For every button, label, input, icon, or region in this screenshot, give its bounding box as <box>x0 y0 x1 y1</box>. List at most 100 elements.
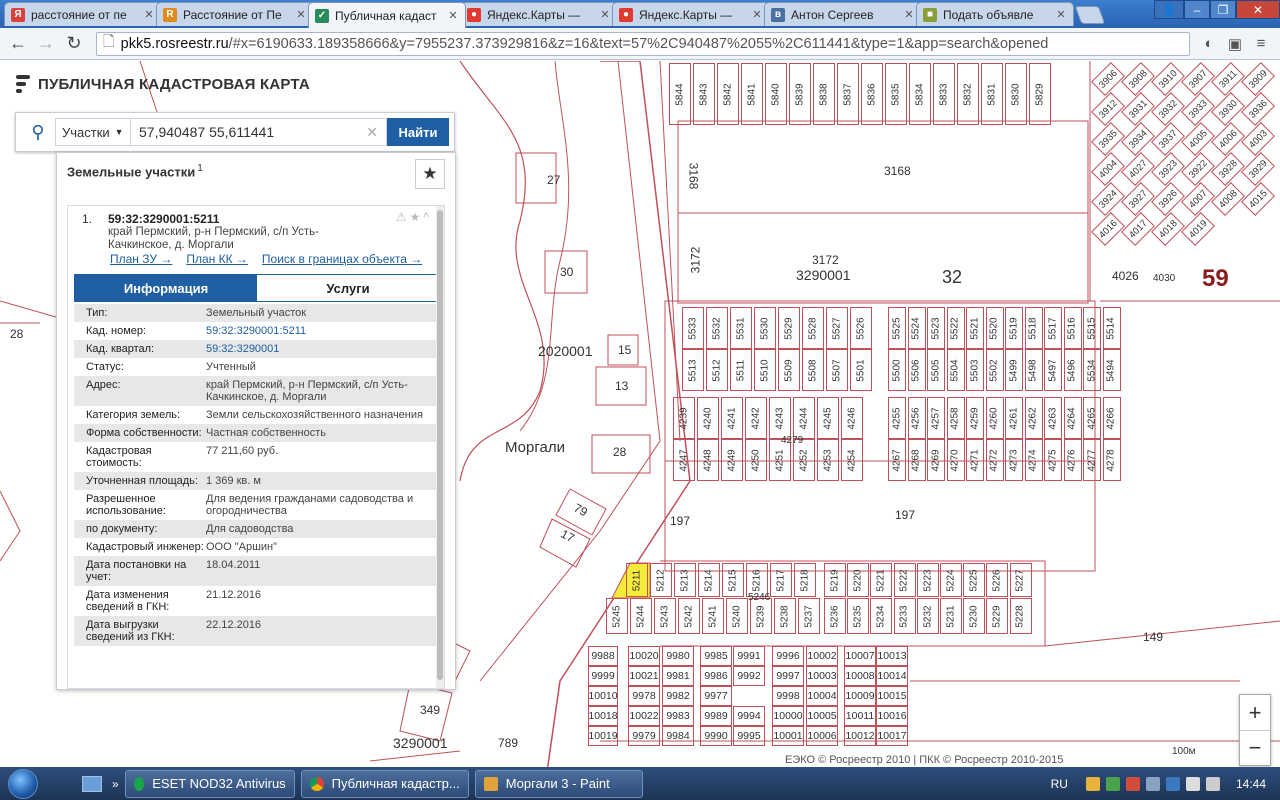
close-tab-icon[interactable]: ✕ <box>751 8 763 21</box>
map-parcel[interactable]: 5520 <box>985 307 1004 349</box>
map-parcel[interactable]: 5242 <box>678 598 700 634</box>
map-parcel[interactable]: 5211 <box>626 563 648 597</box>
map-parcel[interactable]: 9986 <box>700 666 732 686</box>
language-indicator[interactable]: RU <box>1051 777 1068 791</box>
map-parcel[interactable]: 5498 <box>1024 349 1043 391</box>
address-bar[interactable]: 🗋 pkk5.rosreestr.ru /#x=6190633.18935866… <box>96 31 1190 56</box>
map-parcel[interactable]: 5842 <box>717 63 739 125</box>
map-parcel[interactable]: 10009 <box>844 686 876 706</box>
map-parcel[interactable]: 5506 <box>907 349 926 391</box>
map-parcel[interactable]: 5829 <box>1029 63 1051 125</box>
map-parcel[interactable]: 5240 <box>726 598 748 634</box>
search-input[interactable]: 57,940487 55,611441 ✕ <box>131 118 387 146</box>
map-parcel[interactable]: 10019 <box>588 726 618 746</box>
tab-services[interactable]: Услуги <box>257 275 439 301</box>
map-parcel[interactable]: 10003 <box>806 666 838 686</box>
map-parcel[interactable]: 5839 <box>789 63 811 125</box>
browser-tab[interactable]: в Антон Сергеев ✕ <box>764 2 922 26</box>
map-parcel[interactable]: 5517 <box>1044 307 1062 349</box>
map-parcel[interactable]: 5830 <box>1005 63 1027 125</box>
map-parcel[interactable]: 5832 <box>957 63 979 125</box>
map-parcel[interactable]: 5526 <box>850 307 872 349</box>
map-parcel[interactable]: 5233 <box>893 598 916 634</box>
map-parcel[interactable]: 4243 <box>769 397 791 439</box>
map-parcel[interactable]: 4253 <box>817 439 839 481</box>
scrollbar[interactable] <box>436 206 444 688</box>
map-parcel[interactable]: 5528 <box>802 307 824 349</box>
taskbar-item-paint[interactable]: Моргали 3 - Paint <box>474 769 643 798</box>
close-tab-icon[interactable]: ✕ <box>143 8 155 21</box>
map-parcel[interactable]: 4274 <box>1024 439 1043 481</box>
browser-tab[interactable]: R Расстояние от Пе ✕ <box>156 2 314 26</box>
map-parcel[interactable]: 5503 <box>966 349 984 391</box>
map-parcel[interactable]: 5502 <box>985 349 1004 391</box>
info-value[interactable]: 59:32:3290001:5211 <box>206 325 440 337</box>
map-parcel[interactable]: 4244 <box>793 397 815 439</box>
map-parcel[interactable]: 4263 <box>1044 397 1062 439</box>
map-parcel[interactable]: 9992 <box>733 666 765 686</box>
search-icon[interactable]: ⚲ <box>21 122 55 143</box>
map-parcel[interactable]: 5245 <box>606 598 628 634</box>
map-parcel[interactable]: 9998 <box>772 686 804 706</box>
zoom-out-button[interactable]: − <box>1240 730 1270 765</box>
close-tab-icon[interactable]: ✕ <box>599 8 611 21</box>
tray-app-icon[interactable] <box>1165 776 1180 791</box>
map-parcel[interactable]: 4266 <box>1102 397 1121 439</box>
map-parcel[interactable]: 4245 <box>817 397 839 439</box>
map-parcel[interactable]: 9984 <box>662 726 694 746</box>
clock[interactable]: 14:44 <box>1236 777 1266 791</box>
map-parcel[interactable]: 10015 <box>876 686 908 706</box>
map-parcel[interactable]: 5519 <box>1005 307 1023 349</box>
network-icon[interactable] <box>1185 776 1200 791</box>
map-parcel[interactable]: 9999 <box>588 666 618 686</box>
close-tab-icon[interactable]: ✕ <box>295 8 307 21</box>
map-parcel[interactable]: 9991 <box>733 646 765 666</box>
map-parcel[interactable]: 5241 <box>702 598 724 634</box>
map-parcel[interactable]: 5507 <box>826 349 848 391</box>
map-parcel[interactable]: 4239 <box>673 397 695 439</box>
extensions-badge-icon[interactable]: ▣ <box>1222 32 1248 56</box>
close-tab-icon[interactable]: ✕ <box>1055 8 1067 21</box>
map-parcel[interactable]: 10000 <box>772 706 804 726</box>
map-parcel[interactable]: 5232 <box>916 598 939 634</box>
map-parcel[interactable]: 5514 <box>1102 307 1121 349</box>
map-parcel[interactable]: 5221 <box>870 563 893 597</box>
map-parcel[interactable]: 10001 <box>772 726 804 746</box>
map-parcel[interactable]: 4259 <box>966 397 984 439</box>
info-value[interactable]: 59:32:3290001 <box>206 343 440 355</box>
map-parcel[interactable]: 5226 <box>986 563 1009 597</box>
map-parcel[interactable]: 4242 <box>745 397 767 439</box>
map-parcel[interactable]: 5237 <box>798 598 820 634</box>
map-parcel[interactable]: 4255 <box>888 397 906 439</box>
map-parcel[interactable]: 5500 <box>888 349 906 391</box>
map-parcel[interactable]: 5516 <box>1063 307 1082 349</box>
map-parcel[interactable]: 5508 <box>802 349 824 391</box>
map-parcel[interactable]: 4265 <box>1083 397 1101 439</box>
search-in-bounds-link[interactable]: Поиск в границах объекта → <box>262 252 422 266</box>
map-parcel[interactable]: 4240 <box>697 397 719 439</box>
map-parcel[interactable]: 5238 <box>774 598 796 634</box>
map-parcel[interactable]: 5494 <box>1102 349 1121 391</box>
map-parcel[interactable]: 9983 <box>662 706 694 726</box>
map-parcel[interactable]: 9990 <box>700 726 732 746</box>
map-parcel[interactable]: 5835 <box>885 63 907 125</box>
map-parcel[interactable]: 5533 <box>682 307 704 349</box>
map-parcel[interactable]: 4278 <box>1102 439 1121 481</box>
taskbar-item-eset[interactable]: ESET NOD32 Antivirus <box>124 769 295 798</box>
zoom-in-button[interactable]: + <box>1240 695 1270 730</box>
tray-app-icon[interactable] <box>1085 776 1100 791</box>
map-parcel[interactable]: 10008 <box>844 666 876 686</box>
map-parcel[interactable]: 5833 <box>933 63 955 125</box>
tray-app-icon[interactable] <box>1125 776 1140 791</box>
map-parcel[interactable]: 5836 <box>861 63 883 125</box>
map-parcel[interactable]: 5228 <box>1009 598 1032 634</box>
forward-button[interactable]: → <box>34 32 58 56</box>
map-parcel[interactable]: 5510 <box>754 349 776 391</box>
start-button[interactable] <box>0 767 46 800</box>
map-parcel[interactable]: 5239 <box>750 598 772 634</box>
map-parcel[interactable]: 5218 <box>794 563 816 597</box>
map-parcel[interactable]: 10012 <box>844 726 876 746</box>
map-parcel[interactable]: 5213 <box>674 563 696 597</box>
map-parcel[interactable]: 5527 <box>826 307 848 349</box>
tray-app-icon[interactable] <box>1145 776 1160 791</box>
